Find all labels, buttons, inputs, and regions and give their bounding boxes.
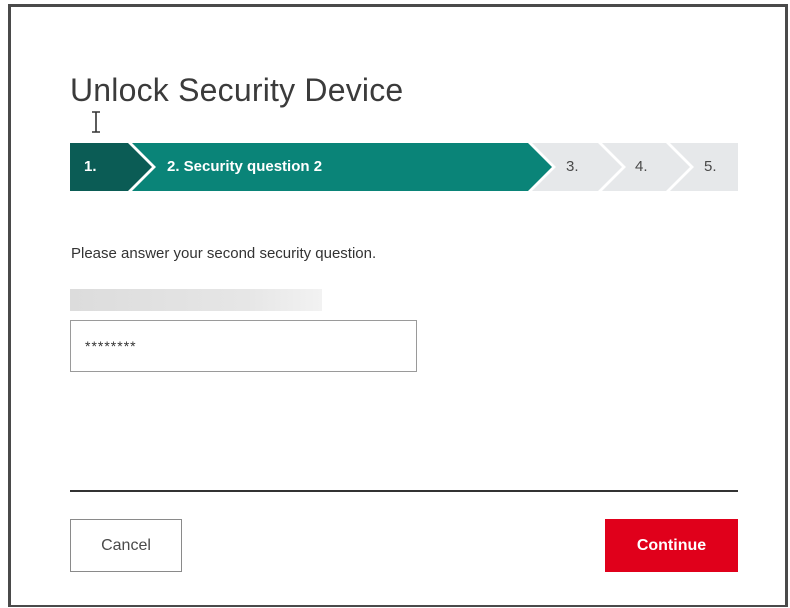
instruction-text: Please answer your second security quest… — [71, 245, 377, 262]
text-cursor-icon — [92, 111, 100, 133]
step-4-label: 4. — [635, 158, 648, 175]
step-2-label: 2. Security question 2 — [167, 158, 323, 175]
progress-stepper: 1. 2. Security question 2 3. 4. 5. — [70, 143, 738, 191]
continue-button[interactable]: Continue — [605, 519, 738, 572]
security-question-redacted — [70, 289, 322, 311]
cancel-button[interactable]: Cancel — [70, 519, 182, 572]
step-5-label: 5. — [704, 158, 717, 175]
page-title: Unlock Security Device — [70, 72, 404, 108]
step-3-label: 3. — [566, 158, 579, 175]
step-1-label: 1. — [84, 158, 97, 175]
security-answer-input[interactable] — [70, 320, 417, 372]
footer-divider — [70, 490, 738, 492]
